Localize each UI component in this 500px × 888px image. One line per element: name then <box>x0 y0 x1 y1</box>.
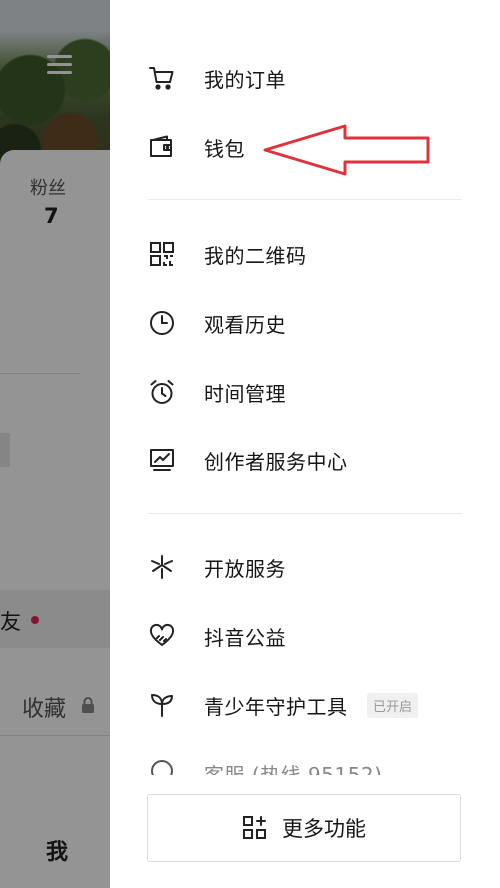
more-functions-button[interactable]: 更多功能 <box>147 794 461 862</box>
clock-icon <box>148 309 176 337</box>
divider <box>148 513 462 514</box>
menu-label: 我的二维码 <box>204 243 307 268</box>
status-badge: 已开启 <box>367 692 419 718</box>
menu-label: 开放服务 <box>204 556 286 581</box>
menu-label: 创作者服务中心 <box>204 449 348 474</box>
menu-item-watch-history[interactable]: 观看历史 <box>110 298 500 348</box>
more-functions-label: 更多功能 <box>282 817 366 841</box>
cart-icon <box>148 64 176 92</box>
menu-item-youth-protection[interactable]: 青少年守护工具 已开启 <box>110 680 500 730</box>
chart-monitor-icon <box>148 446 176 474</box>
divider <box>148 199 462 200</box>
menu-item-customer-service[interactable]: 客服 (热线 95152) <box>110 753 500 775</box>
annotation-arrow-icon <box>263 124 430 176</box>
heart-hand-icon <box>148 622 176 650</box>
menu-label: 青少年守护工具 <box>204 694 348 719</box>
menu-item-charity[interactable]: 抖音公益 <box>110 611 500 661</box>
menu-item-qr-code[interactable]: 我的二维码 <box>110 229 500 279</box>
menu-label: 客服 (热线 95152) <box>204 763 383 775</box>
menu-label: 抖音公益 <box>204 625 286 650</box>
qr-code-icon <box>148 240 176 268</box>
menu-item-creator-center[interactable]: 创作者服务中心 <box>110 435 500 485</box>
menu-label: 时间管理 <box>204 381 286 406</box>
grid-plus-icon <box>243 816 266 839</box>
alarm-clock-icon <box>148 378 176 406</box>
sparkle-icon <box>148 553 176 581</box>
headset-icon <box>148 757 176 775</box>
menu-item-time-management[interactable]: 时间管理 <box>110 367 500 417</box>
wallet-icon <box>148 133 176 161</box>
sprout-icon <box>148 691 176 719</box>
menu-item-orders[interactable]: 我的订单 <box>110 53 500 103</box>
menu-label: 我的订单 <box>204 67 286 92</box>
menu-item-open-services[interactable]: 开放服务 <box>110 542 500 592</box>
menu-label: 钱包 <box>204 136 245 161</box>
menu-label: 观看历史 <box>204 312 286 337</box>
